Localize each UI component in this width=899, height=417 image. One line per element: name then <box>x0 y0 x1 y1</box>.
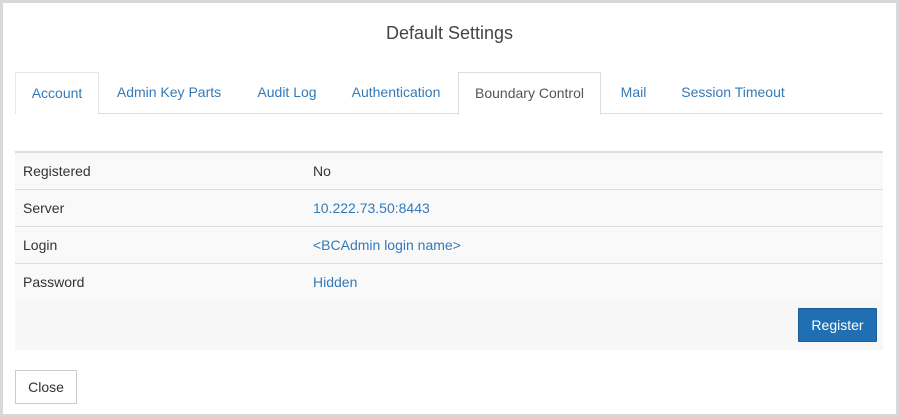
close-button[interactable]: Close <box>15 370 77 404</box>
tab-admin-key-parts[interactable]: Admin Key Parts <box>99 72 239 114</box>
dialog-title: Default Settings <box>385 23 514 43</box>
default-settings-dialog: Default Settings Account Admin Key Parts… <box>0 0 899 417</box>
login-label: Login <box>23 237 58 253</box>
register-button[interactable]: Register <box>798 308 877 342</box>
tab-account[interactable]: Account <box>15 72 99 114</box>
server-value-link[interactable]: 10.222.73.50:8443 <box>313 190 430 227</box>
password-value-link[interactable]: Hidden <box>313 264 357 301</box>
tab-mail[interactable]: Mail <box>605 72 662 114</box>
boundary-control-settings-table: Registered No Server 10.222.73.50:8443 L… <box>15 151 883 301</box>
login-value-link[interactable]: <BCAdmin login name> <box>313 227 461 264</box>
tab-boundary-control[interactable]: Boundary Control <box>458 72 601 115</box>
registered-value: No <box>313 163 331 179</box>
password-label: Password <box>23 274 85 290</box>
registered-label: Registered <box>23 163 91 179</box>
table-row-login: Login <BCAdmin login name> <box>15 227 883 264</box>
table-footer-bar: Register <box>15 300 883 350</box>
server-label: Server <box>23 200 65 216</box>
table-row-registered: Registered No <box>15 153 883 190</box>
settings-tabs: Account Admin Key Parts Audit Log Authen… <box>15 72 883 115</box>
tab-session-timeout[interactable]: Session Timeout <box>666 72 800 114</box>
tab-audit-log[interactable]: Audit Log <box>239 72 335 114</box>
table-row-password: Password Hidden <box>15 264 883 301</box>
table-row-server: Server 10.222.73.50:8443 <box>15 190 883 227</box>
tab-authentication[interactable]: Authentication <box>335 72 457 114</box>
